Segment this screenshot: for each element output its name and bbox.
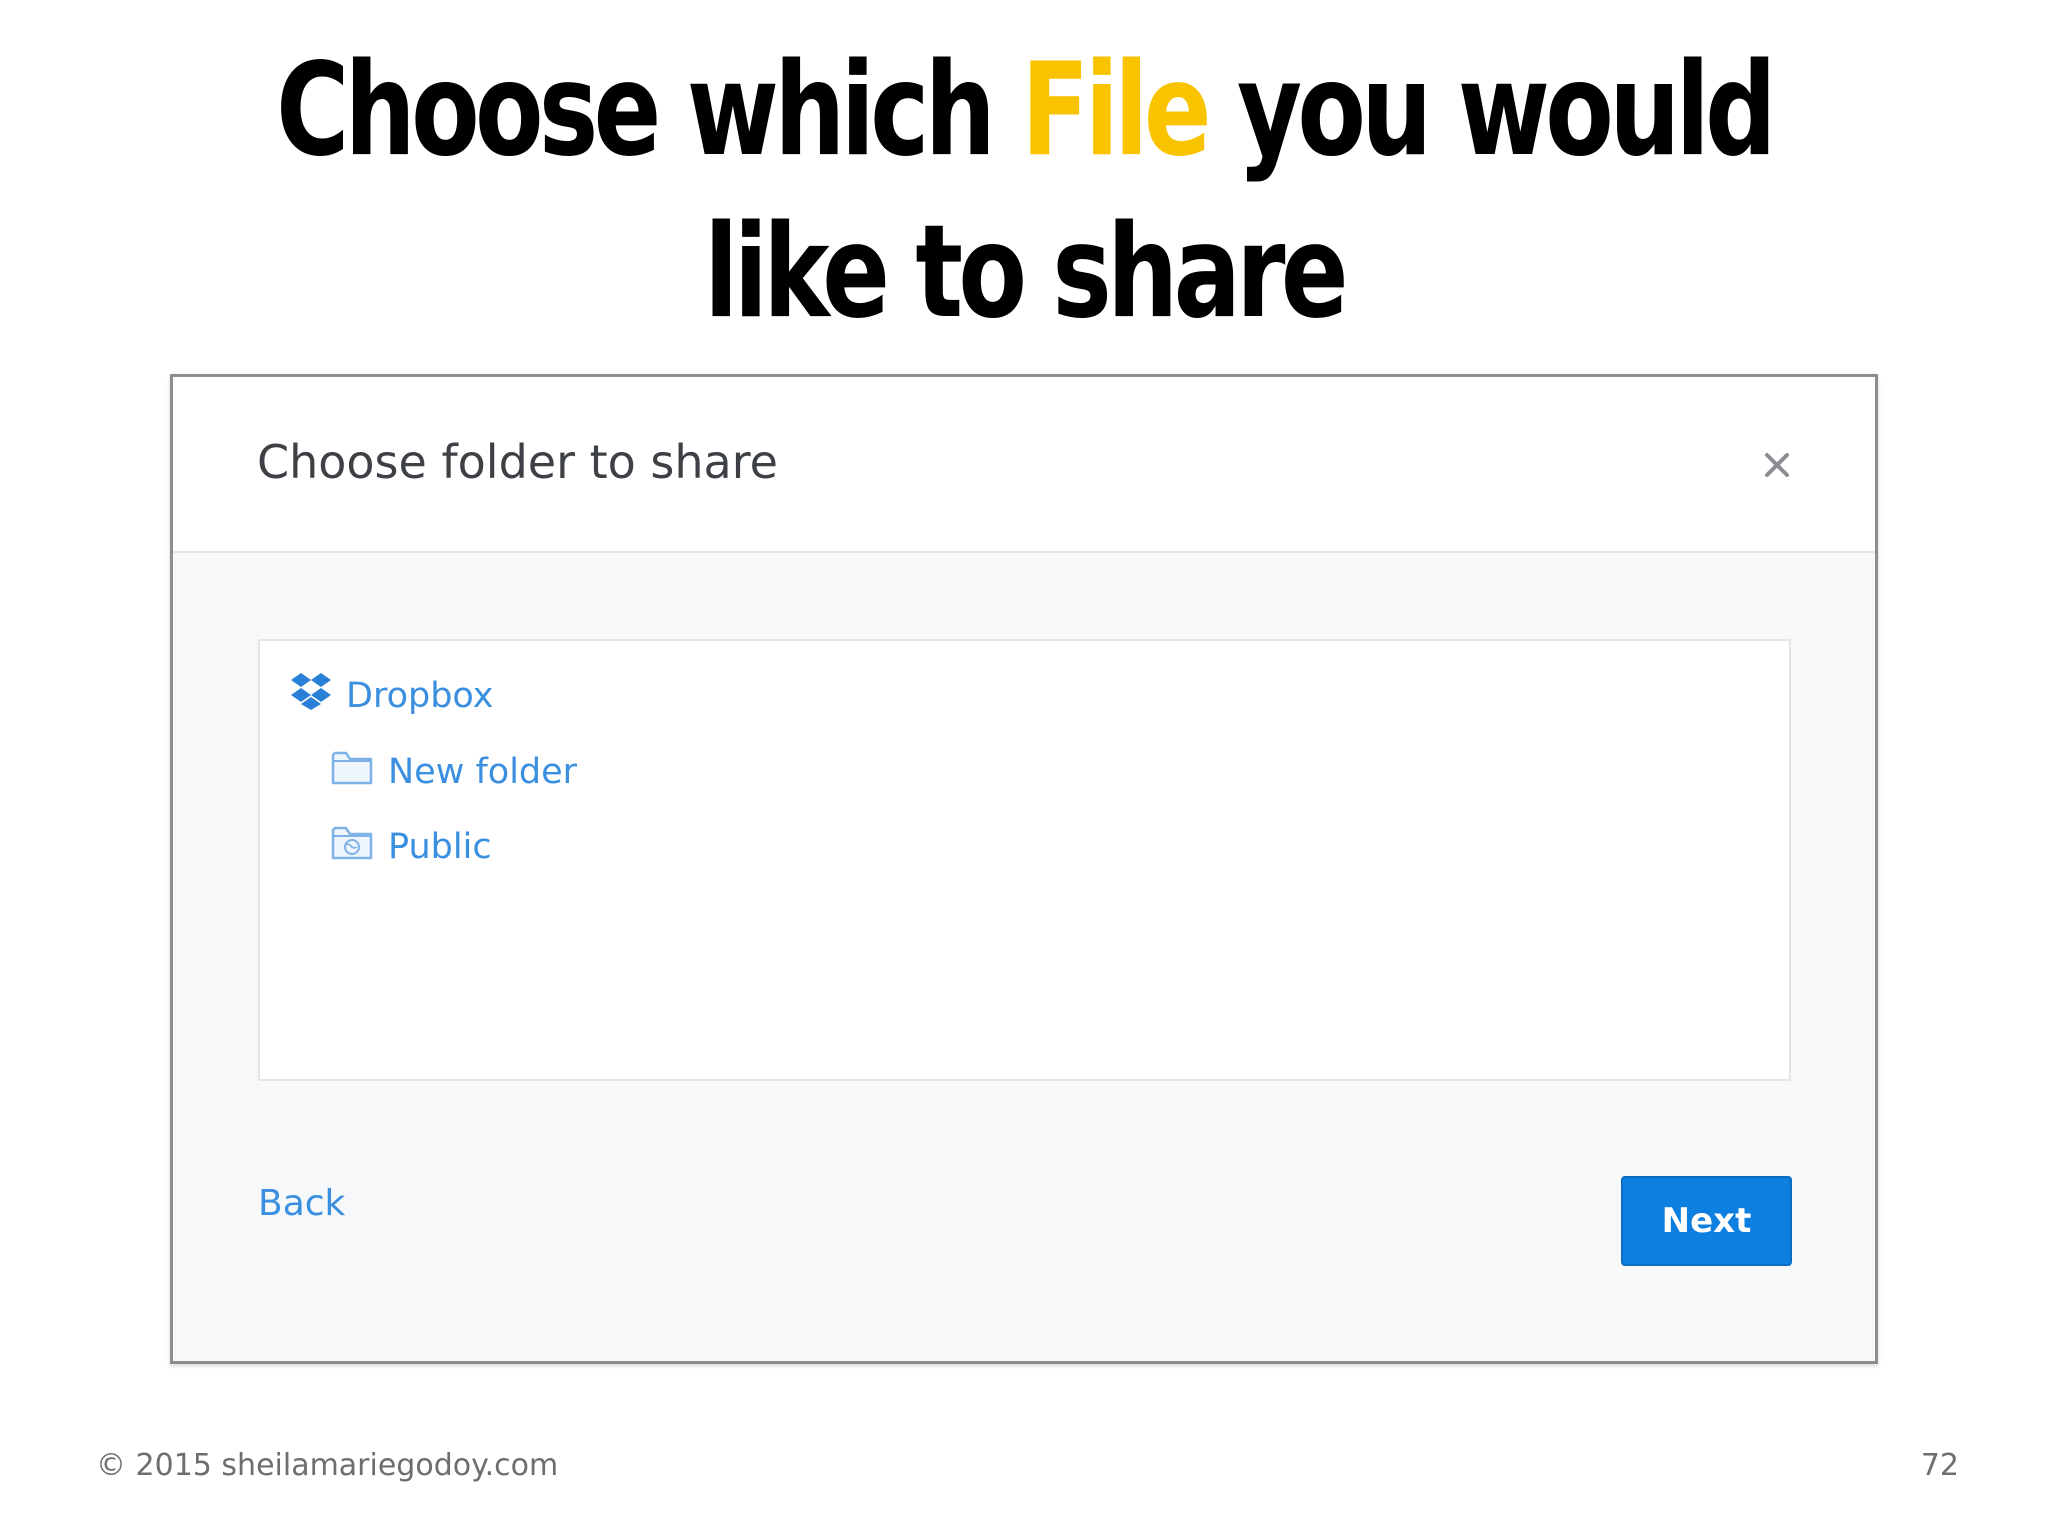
tree-item-label: New folder xyxy=(388,751,578,792)
tree-item-label: Dropbox xyxy=(346,675,494,716)
tree-item-dropbox[interactable]: Dropbox xyxy=(290,671,493,720)
folder-tree: Dropbox New folder Public xyxy=(258,639,1791,1081)
public-folder-icon xyxy=(330,822,374,871)
page-number: 72 xyxy=(1920,1448,1959,1483)
dialog-header: Choose folder to share xyxy=(173,377,1875,553)
share-folder-dialog: Choose folder to share Dropbox New folde… xyxy=(170,374,1878,1364)
tree-item-label: Public xyxy=(388,826,492,867)
slide-title: Choose which File you would like to shar… xyxy=(225,30,1822,354)
dropbox-logo-icon xyxy=(290,671,332,720)
folder-icon xyxy=(330,747,374,796)
tree-item-new-folder[interactable]: New folder xyxy=(330,747,577,796)
title-highlight: File xyxy=(1021,36,1211,185)
copyright-text: © 2015 sheilamariegodoy.com xyxy=(96,1448,559,1483)
tree-item-public[interactable]: Public xyxy=(330,822,492,871)
close-icon xyxy=(1765,453,1789,477)
close-button[interactable] xyxy=(1757,445,1797,485)
next-button[interactable]: Next xyxy=(1621,1176,1792,1266)
dialog-title: Choose folder to share xyxy=(257,435,778,489)
back-link[interactable]: Back xyxy=(258,1183,345,1224)
title-text-start: Choose which xyxy=(276,36,1022,185)
